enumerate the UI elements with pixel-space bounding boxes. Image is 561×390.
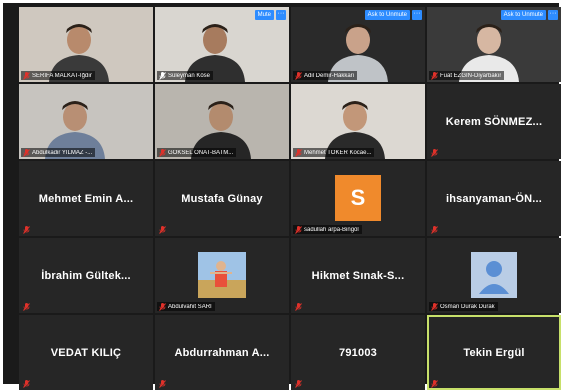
participant-tile[interactable]: Abdulkadir YILMAZ -... — [19, 84, 153, 159]
participant-nameplate — [21, 225, 33, 234]
participant-gallery: SERİFA MALKAT-İğdır Mute ··· Süleyman Köse A… — [19, 7, 561, 390]
muted-mic-icon — [23, 302, 30, 311]
participant-tile[interactable]: Abdurrahman A... — [155, 315, 289, 390]
muted-mic-icon — [295, 379, 302, 388]
muted-mic-icon — [159, 71, 166, 80]
participant-nameplate: Fuat EZGİN-Diyarbakır — [429, 71, 505, 80]
participant-tile[interactable]: Tekin Ergül — [427, 315, 561, 390]
participant-name: Abdurrahman A... — [174, 346, 270, 359]
muted-mic-icon — [23, 225, 30, 234]
participant-tile[interactable]: SERİFA MALKAT-İğdır — [19, 7, 153, 82]
muted-mic-icon — [431, 379, 438, 388]
participant-nameplate — [429, 148, 441, 157]
more-options-icon[interactable]: ··· — [548, 10, 558, 20]
participant-name: Kerem SÖNMEZ... — [445, 115, 543, 128]
participant-nameplate: Süleyman Köse — [157, 71, 214, 80]
participant-label: Abdulvahit SARI — [168, 303, 212, 310]
participant-nameplate: SERİFA MALKAT-İğdır — [21, 71, 95, 80]
participant-name: İbrahim Gültek... — [41, 269, 131, 282]
avatar: S — [335, 175, 381, 221]
participant-nameplate: Mehmet TOKER Kocae... — [293, 148, 375, 157]
participant-nameplate: GÖKSEL ONAT-BATM... — [157, 148, 237, 157]
participant-nameplate — [293, 302, 305, 311]
ask-to-unmute-button[interactable]: Ask to Unmute — [364, 10, 410, 20]
muted-mic-icon — [23, 148, 30, 157]
participant-label: Süleyman Köse — [168, 72, 211, 79]
participant-tile[interactable]: İbrahim Gültek... — [19, 238, 153, 313]
participant-name: ihsanyaman-ÖN... — [445, 192, 543, 205]
participant-nameplate — [157, 225, 169, 234]
participant-name: Mehmet Emin A... — [38, 192, 134, 205]
participant-label: Mehmet TOKER Kocae... — [304, 149, 372, 156]
participant-tile[interactable]: Mehmet Emin A... — [19, 161, 153, 236]
more-options-icon[interactable]: ··· — [276, 10, 286, 20]
muted-mic-icon — [23, 71, 30, 80]
muted-mic-icon — [159, 379, 166, 388]
more-options-icon[interactable]: ··· — [412, 10, 422, 20]
muted-mic-icon — [431, 302, 438, 311]
participant-label: sadullah arpa-Bingöl — [304, 226, 359, 233]
participant-tile[interactable]: ihsanyaman-ÖN... — [427, 161, 561, 236]
muted-mic-icon — [23, 379, 30, 388]
participant-name: Hikmet Sınak-S... — [311, 269, 405, 282]
participant-tile[interactable]: VEDAT KILIÇ — [19, 315, 153, 390]
muted-mic-icon — [295, 71, 302, 80]
participant-tile[interactable]: Hikmet Sınak-S... — [291, 238, 425, 313]
participant-tile[interactable]: Mute ··· Süleyman Köse — [155, 7, 289, 82]
participant-tile[interactable]: Osman Durak Durak — [427, 238, 561, 313]
meeting-window: SERİFA MALKAT-İğdır Mute ··· Süleyman Köse A… — [3, 3, 561, 390]
participant-label: Fuat EZGİN-Diyarbakır — [440, 72, 502, 79]
participant-label: Osman Durak Durak — [440, 303, 495, 310]
muted-mic-icon — [159, 148, 166, 157]
participant-nameplate — [21, 302, 33, 311]
participant-tile[interactable]: Abdulvahit SARI — [155, 238, 289, 313]
participant-tile[interactable]: GÖKSEL ONAT-BATM... — [155, 84, 289, 159]
muted-mic-icon — [431, 225, 438, 234]
muted-mic-icon — [295, 302, 302, 311]
participant-name: VEDAT KILIÇ — [50, 346, 122, 359]
muted-mic-icon — [159, 225, 166, 234]
muted-mic-icon — [431, 71, 438, 80]
participant-label: SERİFA MALKAT-İğdır — [32, 72, 92, 79]
participant-nameplate: Osman Durak Durak — [429, 302, 498, 311]
participant-tile[interactable]: Ask to Unmute ··· Adil Demir-Hakkari — [291, 7, 425, 82]
participant-label: GÖKSEL ONAT-BATM... — [168, 149, 234, 156]
participant-nameplate: sadullah arpa-Bingöl — [293, 225, 362, 234]
participant-nameplate: Abdulkadir YILMAZ -... — [21, 148, 96, 157]
participant-name: Mustafa Günay — [181, 192, 263, 205]
participant-nameplate — [429, 225, 441, 234]
mute-button[interactable]: Mute — [254, 10, 274, 20]
participant-name: Tekin Ergül — [463, 346, 525, 359]
participant-tile[interactable]: 791003 — [291, 315, 425, 390]
default-avatar-icon — [471, 252, 517, 298]
participant-label: Adil Demir-Hakkari — [304, 72, 355, 79]
participant-tile[interactable]: Ssadullah arpa-Bingöl — [291, 161, 425, 236]
participant-tile[interactable]: Kerem SÖNMEZ... — [427, 84, 561, 159]
muted-mic-icon — [295, 225, 302, 234]
ask-to-unmute-button[interactable]: Ask to Unmute — [500, 10, 546, 20]
muted-mic-icon — [431, 148, 438, 157]
participant-nameplate: Adil Demir-Hakkari — [293, 71, 358, 80]
participant-name: 791003 — [339, 346, 377, 359]
participant-nameplate: Abdulvahit SARI — [157, 302, 215, 311]
muted-mic-icon — [295, 148, 302, 157]
muted-mic-icon — [159, 302, 166, 311]
participant-label: Abdulkadir YILMAZ -... — [32, 149, 93, 156]
participant-tile[interactable]: Mustafa Günay — [155, 161, 289, 236]
participant-tile[interactable]: Ask to Unmute ··· Fuat EZGİN-Diyarbakır — [427, 7, 561, 82]
participant-tile[interactable]: Mehmet TOKER Kocae... — [291, 84, 425, 159]
